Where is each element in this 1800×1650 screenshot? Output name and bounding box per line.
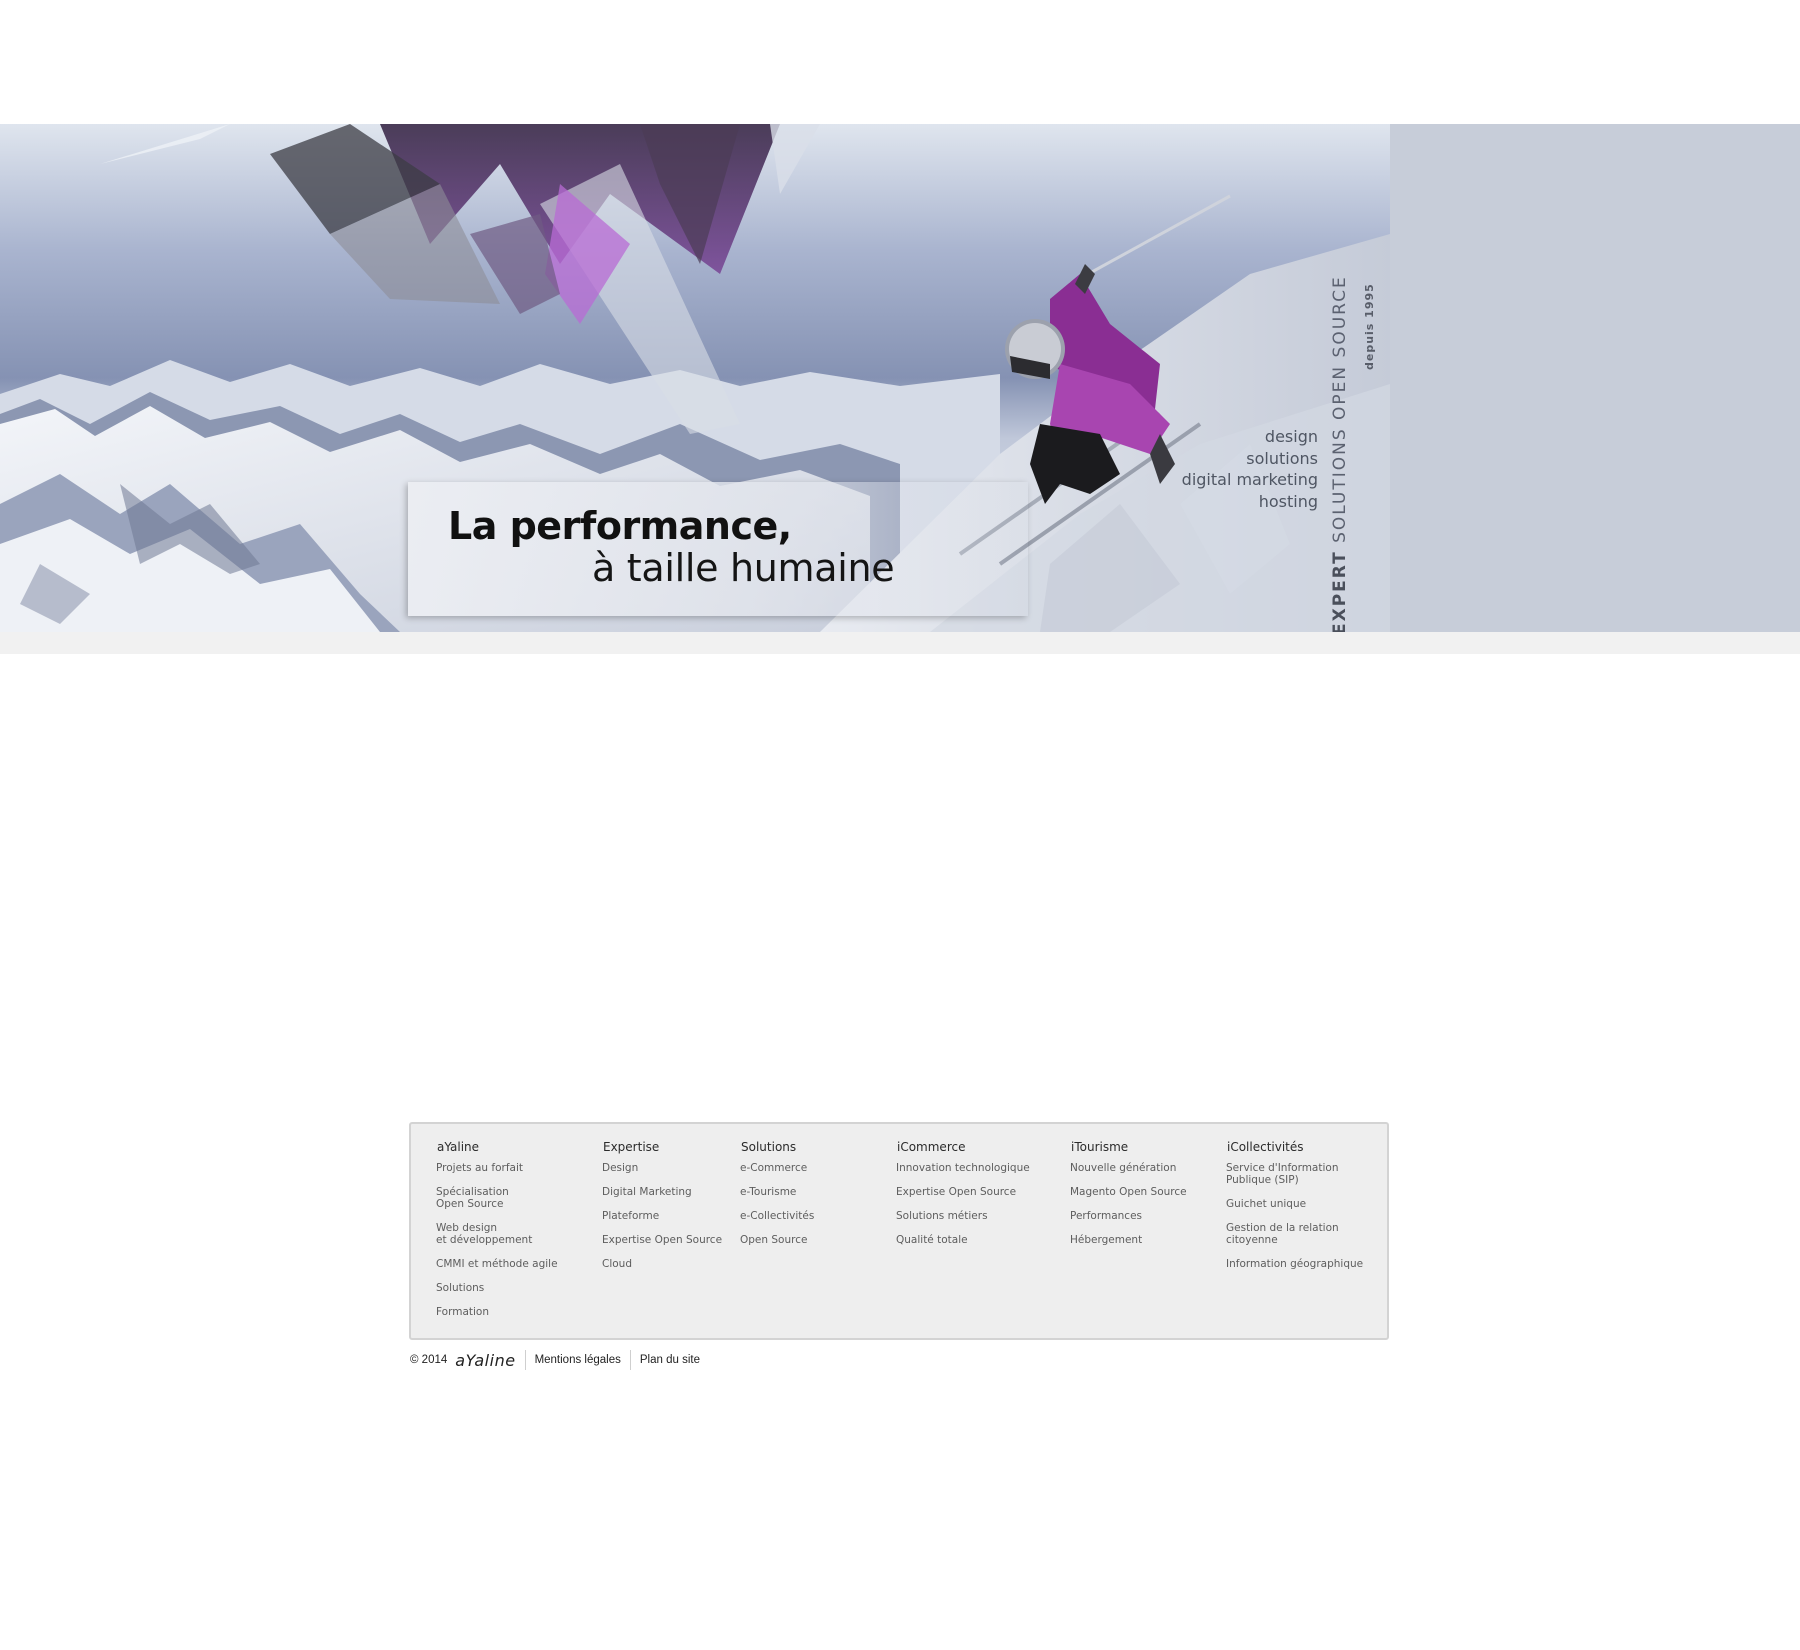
footer-column-title[interactable]: Expertise: [603, 1140, 722, 1154]
footer-link[interactable]: Information géographique: [1226, 1258, 1363, 1270]
footer-column-solutions: Solutions e-Commerce e-Tourisme e-Collec…: [740, 1140, 814, 1258]
footer-link[interactable]: Guichet unique: [1226, 1198, 1363, 1210]
footer-link[interactable]: Plateforme: [602, 1210, 722, 1222]
footer-column-expertise: Expertise Design Digital Marketing Plate…: [602, 1140, 722, 1282]
sitemap-link[interactable]: Plan du site: [640, 1354, 700, 1366]
footer-link[interactable]: Expertise Open Source: [602, 1234, 722, 1246]
footer-link[interactable]: Spécialisation Open Source: [436, 1186, 558, 1210]
footer-column-title[interactable]: aYaline: [437, 1140, 558, 1154]
footer-link[interactable]: e-Collectivités: [740, 1210, 814, 1222]
copyright-text: © 2014: [410, 1354, 448, 1366]
vertical-rest: SOLUTIONS OPEN SOURCE: [1330, 275, 1350, 551]
footer-column-icommerce: iCommerce Innovation technologique Exper…: [896, 1140, 1030, 1258]
footer-column-title[interactable]: Solutions: [741, 1140, 814, 1154]
divider: [524, 1350, 526, 1370]
footer-link[interactable]: Digital Marketing: [602, 1186, 722, 1198]
footer-column-title[interactable]: iCommerce: [897, 1140, 1030, 1154]
service-solutions: solutions: [1246, 448, 1318, 468]
footer-link[interactable]: Web design et développement: [436, 1222, 558, 1246]
footer-link[interactable]: e-Tourisme: [740, 1186, 814, 1198]
service-digital-marketing: digital marketing: [1181, 470, 1318, 489]
footer-link[interactable]: Open Source: [740, 1234, 814, 1246]
footer-link[interactable]: Magento Open Source: [1070, 1186, 1187, 1198]
footer-link[interactable]: Design: [602, 1162, 722, 1174]
hero-side-panel: [1390, 124, 1800, 632]
services-list: design solutions digital marketing hosti…: [1182, 426, 1318, 512]
hero-banner: La performance, à taille humaine design …: [0, 124, 1800, 632]
footer-column-icollectivites: iCollectivités Service d'Information Pub…: [1226, 1140, 1363, 1282]
footer-link[interactable]: Solutions métiers: [896, 1210, 1030, 1222]
footer-link[interactable]: Nouvelle génération: [1070, 1162, 1187, 1174]
footer-column-itourisme: iTourisme Nouvelle génération Magento Op…: [1070, 1140, 1187, 1258]
footer-link[interactable]: Formation: [436, 1306, 558, 1318]
service-hosting: hosting: [1258, 491, 1318, 511]
footer-link[interactable]: Qualité totale: [896, 1234, 1030, 1246]
footer-link[interactable]: Performances: [1070, 1210, 1187, 1222]
footer-link[interactable]: Service d'Information Publique (SIP): [1226, 1162, 1363, 1186]
divider: [629, 1350, 631, 1370]
footer-link[interactable]: Projets au forfait: [436, 1162, 558, 1174]
footer-link[interactable]: Expertise Open Source: [896, 1186, 1030, 1198]
footer-link[interactable]: Solutions: [436, 1282, 558, 1294]
footer-column-title[interactable]: iTourisme: [1071, 1140, 1187, 1154]
hero-bottom-strip: [0, 632, 1800, 654]
tagline-regular: à taille humaine: [592, 546, 895, 590]
service-design: design: [1264, 427, 1318, 446]
vertical-expert-label: EXPERT SOLUTIONS OPEN SOURCE: [1330, 275, 1350, 632]
brand-logo[interactable]: aYaline: [455, 1351, 515, 1370]
vertical-bold: EXPERT: [1330, 550, 1350, 632]
footer-column-title[interactable]: iCollectivités: [1227, 1140, 1363, 1154]
footer-column-ayaline: aYaline Projets au forfait Spécialisatio…: [436, 1140, 558, 1330]
footer-link[interactable]: Hébergement: [1070, 1234, 1187, 1246]
vertical-since-label: depuis 1995: [1363, 283, 1376, 370]
footer-link[interactable]: Innovation technologique: [896, 1162, 1030, 1174]
legal-notice-link[interactable]: Mentions légales: [535, 1354, 621, 1366]
footer-link[interactable]: e-Commerce: [740, 1162, 814, 1174]
copyright-bar: © 2014 aYaline Mentions légales Plan du …: [410, 1349, 709, 1371]
footer-link[interactable]: Gestion de la relation citoyenne: [1226, 1222, 1363, 1246]
tagline-bold: La performance,: [448, 504, 792, 548]
footer-sitemap: aYaline Projets au forfait Spécialisatio…: [409, 1122, 1389, 1340]
footer-link[interactable]: Cloud: [602, 1258, 722, 1270]
footer-link[interactable]: CMMI et méthode agile: [436, 1258, 558, 1270]
